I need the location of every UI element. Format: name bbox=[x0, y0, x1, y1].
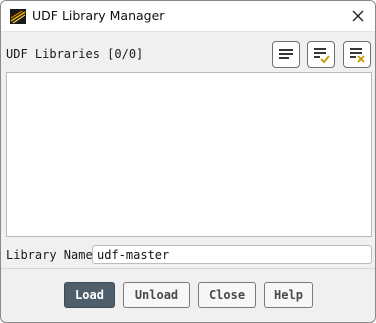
select-all-icon bbox=[314, 48, 330, 64]
load-button[interactable]: Load bbox=[64, 282, 115, 308]
window-title: UDF Library Manager bbox=[32, 8, 165, 23]
button-separator bbox=[1, 268, 375, 269]
close-icon[interactable] bbox=[350, 8, 366, 24]
list-icon bbox=[279, 49, 293, 59]
help-button[interactable]: Help bbox=[264, 282, 313, 308]
title-bar: UDF Library Manager bbox=[1, 1, 375, 32]
library-name-label: Library Name bbox=[6, 248, 93, 262]
udf-libraries-list[interactable] bbox=[6, 72, 372, 237]
deselect-all-button[interactable] bbox=[343, 41, 371, 68]
close-button[interactable]: Close bbox=[198, 282, 256, 308]
select-all-button[interactable] bbox=[307, 41, 335, 68]
library-name-input[interactable] bbox=[92, 245, 372, 264]
unload-button[interactable]: Unload bbox=[123, 282, 190, 308]
fluent-logo-icon bbox=[10, 9, 26, 24]
deselect-all-icon bbox=[350, 48, 365, 63]
udf-library-manager-dialog: UDF Library Manager UDF Libraries [0/0] … bbox=[0, 0, 376, 323]
list-button[interactable] bbox=[272, 41, 300, 68]
udf-libraries-label: UDF Libraries [0/0] bbox=[6, 47, 144, 61]
